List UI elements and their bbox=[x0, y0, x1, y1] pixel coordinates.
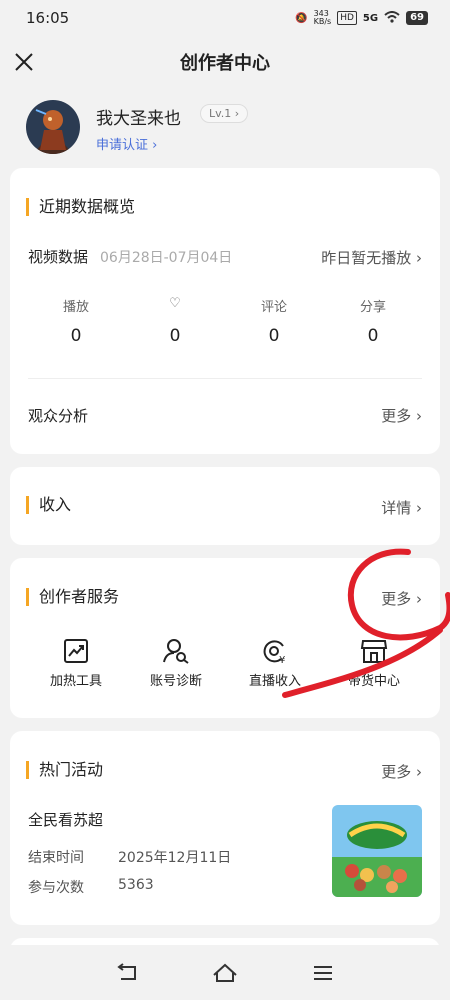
participation-value: 5363 bbox=[118, 877, 154, 893]
service-heat-tools[interactable]: 加热工具 bbox=[26, 638, 126, 689]
service-label: 加热工具 bbox=[49, 674, 102, 689]
wifi-icon bbox=[384, 10, 400, 26]
divider bbox=[28, 378, 422, 379]
status-bar: 16:05 🔕 343 KB/s HD 5G 69 bbox=[0, 0, 450, 36]
heart-icon: ♡ bbox=[169, 296, 181, 311]
stat-label: 播放 bbox=[62, 300, 89, 315]
overview-title: 近期数据概览 bbox=[26, 198, 135, 216]
video-data-label: 视频数据 bbox=[28, 248, 89, 266]
signal-indicator: 5G bbox=[362, 12, 379, 24]
menu-icon[interactable] bbox=[309, 961, 337, 985]
net-speed: 343 KB/s bbox=[313, 9, 332, 26]
service-sales-center[interactable]: 带货中心 bbox=[324, 638, 424, 689]
end-time-label: 结束时间 bbox=[28, 850, 84, 866]
battery-indicator: 69 bbox=[406, 11, 428, 25]
date-range[interactable]: 06月28日-07月04日 bbox=[100, 247, 232, 267]
income-card[interactable]: 收入 详情 › bbox=[10, 467, 440, 545]
stat-value: 0 bbox=[70, 326, 82, 346]
event-name[interactable]: 全民看苏超 bbox=[28, 809, 103, 830]
end-time-value: 2025年12月11日 bbox=[118, 850, 232, 866]
hd-badge: HD bbox=[337, 11, 357, 25]
svg-text:¥: ¥ bbox=[279, 655, 285, 664]
services-card: 创作者服务 更多 › 加热工具 账号诊断 ¥ 直播收入 带货中心 bbox=[10, 558, 440, 718]
services-title: 创作者服务 bbox=[26, 588, 119, 606]
store-icon bbox=[360, 640, 388, 663]
stat-plays[interactable]: 播放 0 bbox=[36, 296, 116, 346]
system-nav-bar bbox=[0, 945, 450, 1000]
page-header: 创作者中心 bbox=[0, 40, 450, 84]
page-title: 创作者中心 bbox=[180, 53, 270, 74]
events-more-link[interactable]: 更多 › bbox=[381, 761, 422, 782]
stat-value: 0 bbox=[367, 326, 379, 346]
stat-shares[interactable]: 分享 0 bbox=[333, 296, 413, 346]
stat-comments[interactable]: 评论 0 bbox=[234, 296, 314, 346]
stat-value: 0 bbox=[169, 326, 181, 346]
level-badge[interactable]: Lv.1 › bbox=[200, 104, 249, 123]
services-more-link[interactable]: 更多 › bbox=[381, 588, 422, 609]
mute-icon: 🔕 bbox=[295, 12, 308, 24]
home-icon[interactable] bbox=[211, 961, 239, 985]
close-icon[interactable] bbox=[12, 50, 36, 74]
service-label: 直播收入 bbox=[248, 674, 301, 689]
service-live-income[interactable]: ¥ 直播收入 bbox=[225, 638, 325, 689]
yesterday-status-link[interactable]: 昨日暂无播放 › bbox=[321, 247, 422, 268]
avatar[interactable] bbox=[26, 100, 80, 154]
service-label: 带货中心 bbox=[347, 674, 400, 689]
apply-verification-link[interactable]: 申请认证 › bbox=[96, 134, 157, 153]
stat-label: 分享 bbox=[359, 300, 386, 315]
participation-label: 参与次数 bbox=[28, 880, 84, 896]
service-label: 账号诊断 bbox=[149, 674, 202, 689]
trend-up-icon bbox=[64, 639, 88, 663]
events-title: 热门活动 bbox=[26, 761, 103, 779]
user-search-icon bbox=[163, 639, 189, 664]
events-card: 热门活动 更多 › 全民看苏超 结束时间 2025年12月11日 参与次数 53… bbox=[10, 731, 440, 925]
income-title: 收入 bbox=[26, 496, 71, 514]
stat-value: 0 bbox=[268, 326, 280, 346]
profile-section: 我大圣来也 Lv.1 › 申请认证 › bbox=[26, 100, 426, 158]
live-income-icon: ¥ bbox=[263, 640, 285, 664]
audience-more-link[interactable]: 更多 › bbox=[381, 405, 422, 426]
username: 我大圣来也 bbox=[96, 109, 181, 129]
stat-likes[interactable]: ♡ 0 bbox=[135, 296, 215, 346]
event-thumbnail[interactable] bbox=[332, 805, 422, 897]
status-icons: 🔕 343 KB/s HD 5G 69 bbox=[295, 10, 428, 26]
audience-analysis-label: 观众分析 bbox=[28, 407, 89, 425]
stat-label: 评论 bbox=[260, 300, 287, 315]
overview-card: 近期数据概览 视频数据 06月28日-07月04日 昨日暂无播放 › 播放 0 … bbox=[10, 168, 440, 454]
back-icon[interactable] bbox=[113, 961, 141, 985]
status-time: 16:05 bbox=[26, 9, 70, 27]
income-detail-link[interactable]: 详情 › bbox=[381, 497, 422, 518]
service-account-diagnosis[interactable]: 账号诊断 bbox=[126, 638, 226, 689]
